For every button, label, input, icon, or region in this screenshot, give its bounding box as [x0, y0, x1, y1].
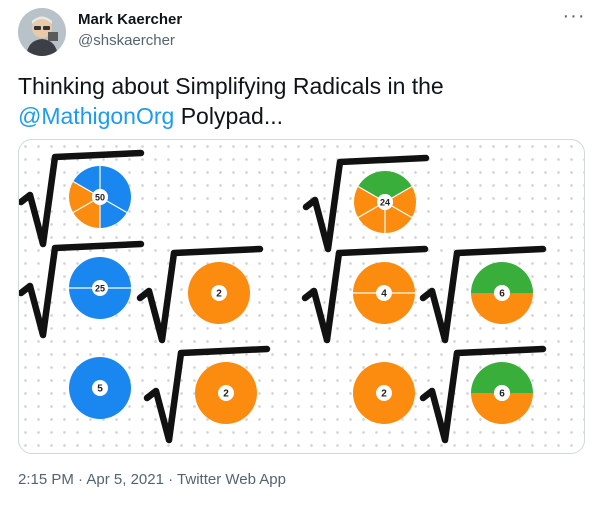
tweet-text: Thinking about Simplifying Radicals in t…	[18, 71, 578, 131]
number-disc: 24	[302, 154, 430, 253]
disc-label: 6	[499, 389, 505, 400]
tweet-meta: 2:15 PM · Apr 5, 2021 · Twitter Web App	[18, 471, 286, 488]
polypad-canvas: 50 2425 2 4 65 2 2 6	[19, 149, 547, 444]
number-disc: 25	[19, 240, 145, 339]
number-disc: 5	[69, 357, 131, 419]
disc-label: 2	[216, 289, 222, 300]
number-disc: 50	[19, 149, 145, 248]
number-disc: 4	[301, 245, 429, 344]
tweet-date[interactable]: Apr 5, 2021	[86, 471, 164, 488]
disc-label: 24	[380, 198, 390, 208]
tweet-source[interactable]: Twitter Web App	[177, 471, 286, 488]
disc-label: 6	[499, 289, 505, 300]
number-disc: 2	[143, 345, 271, 444]
avatar[interactable]	[18, 8, 66, 56]
number-disc: 2	[136, 245, 264, 344]
meta-separator-2: ·	[168, 471, 178, 488]
more-horizontal-icon[interactable]: ···	[560, 6, 588, 30]
author-handle[interactable]: @shskaercher	[78, 32, 175, 49]
disc-label: 25	[95, 284, 105, 294]
disc-label: 5	[97, 384, 103, 395]
tweet-text-outro: Polypad...	[174, 103, 283, 129]
disc-label: 2	[223, 389, 229, 400]
number-disc: 6	[419, 245, 547, 344]
mention-link[interactable]: @MathigonOrg	[18, 103, 174, 129]
tweet-time[interactable]: 2:15 PM	[18, 471, 74, 488]
tweet-text-intro: Thinking about Simplifying Radicals in t…	[18, 73, 444, 99]
tweet-media-image[interactable]: 50 24 25 2 4 6 5 2 2 6	[18, 139, 585, 454]
avatar-image	[18, 8, 66, 56]
number-disc: 2	[353, 362, 415, 424]
disc-label: 2	[381, 389, 387, 400]
disc-label: 4	[381, 289, 387, 300]
author-name[interactable]: Mark Kaercher	[78, 11, 182, 28]
disc-label: 50	[95, 193, 105, 203]
number-disc: 6	[419, 345, 547, 444]
